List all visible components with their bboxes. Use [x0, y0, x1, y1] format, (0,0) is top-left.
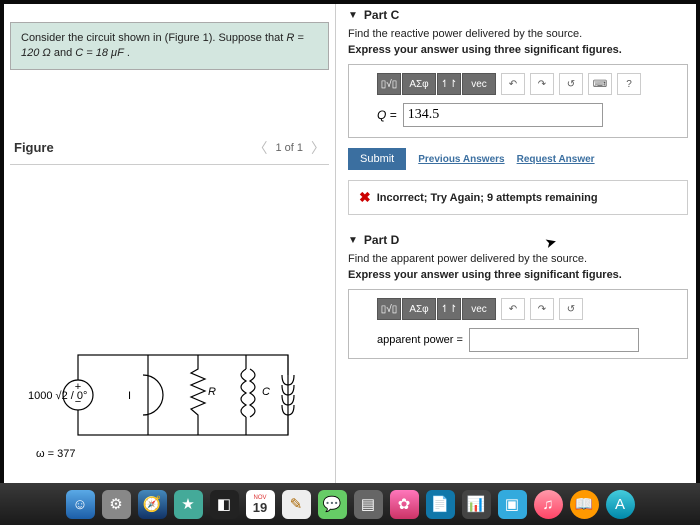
part-c-prompt: Find the reactive power delivered by the…	[348, 28, 688, 40]
vector-button[interactable]: vec	[462, 298, 496, 320]
caret-down-icon[interactable]: ▼	[348, 10, 358, 21]
figure-nav: 〈 1 of 1 〉	[253, 138, 325, 158]
help-button[interactable]: ?	[617, 73, 641, 95]
i-label: I	[128, 390, 131, 402]
template-button[interactable]: ▯√▯	[377, 298, 401, 320]
redo-button[interactable]: ↷	[530, 73, 554, 95]
app-icon[interactable]: ▣	[498, 490, 527, 519]
request-answer-link[interactable]: Request Answer	[517, 154, 595, 165]
reset-button[interactable]: ↺	[559, 298, 583, 320]
finder-icon[interactable]: ☺	[66, 490, 95, 519]
itunes-icon[interactable]: ♫	[534, 490, 563, 519]
variable-q: Q =	[377, 108, 397, 122]
notes-icon[interactable]: ✎	[282, 490, 311, 519]
omega-label: ω = 377	[36, 448, 75, 460]
symbols-button[interactable]: ΑΣφ	[402, 298, 436, 320]
left-panel: Consider the circuit shown in (Figure 1)…	[4, 4, 336, 483]
part-c-title: Part C	[364, 8, 399, 22]
chevron-right-icon[interactable]: 〉	[311, 138, 325, 158]
app-icon[interactable]: ◧	[210, 490, 239, 519]
redo-button[interactable]: ↷	[530, 298, 554, 320]
divider	[10, 164, 329, 165]
macos-dock: ☺ ⚙ 🧭 ★ ◧ NOV 19 ✎ 💬 ▤ ✿ 📄 📊 ▣ ♫ 📖 A	[0, 483, 700, 525]
undo-button[interactable]: ↶	[501, 73, 525, 95]
figure-counter: 1 of 1	[275, 142, 303, 154]
intro-text: Consider the circuit shown in (Figure 1)…	[21, 32, 286, 44]
feedback-box: ✖ Incorrect; Try Again; 9 attempts remai…	[348, 180, 688, 215]
end-text: .	[127, 47, 130, 59]
and-text: and	[54, 47, 75, 59]
part-d-input[interactable]	[469, 328, 639, 352]
given-c: C = 18 μF	[75, 47, 124, 59]
template-button[interactable]: ▯√▯	[377, 73, 401, 95]
formula-toolbar: ▯√▯ ΑΣφ ↿↾ vec ↶ ↷ ↺	[377, 298, 679, 320]
previous-answers-link[interactable]: Previous Answers	[418, 154, 504, 165]
right-panel: ▼ Part C Find the reactive power deliver…	[336, 4, 696, 483]
photos-icon[interactable]: ✿	[390, 490, 419, 519]
part-c-format: Express your answer using three signific…	[348, 44, 688, 56]
app-icon[interactable]: ★	[174, 490, 203, 519]
source-label: 1000 √2 / 0°	[28, 390, 87, 402]
incorrect-icon: ✖	[359, 189, 371, 206]
ibooks-icon[interactable]: 📖	[570, 490, 599, 519]
part-d-answer-box: ▯√▯ ΑΣφ ↿↾ vec ↶ ↷ ↺ apparent power =	[348, 289, 688, 359]
c-label: C	[262, 386, 270, 398]
part-c-input[interactable]	[403, 103, 603, 127]
reset-button[interactable]: ↺	[559, 73, 583, 95]
subscript-button[interactable]: ↿↾	[437, 73, 461, 95]
symbols-button[interactable]: ΑΣφ	[402, 73, 436, 95]
part-d-format: Express your answer using three signific…	[348, 269, 688, 281]
figure-title: Figure	[14, 140, 54, 155]
app-icon[interactable]: 📄	[426, 490, 455, 519]
chevron-left-icon[interactable]: 〈	[253, 138, 267, 158]
formula-toolbar: ▯√▯ ΑΣφ ↿↾ vec ↶ ↷ ↺ ⌨ ?	[377, 73, 679, 95]
undo-button[interactable]: ↶	[501, 298, 525, 320]
calendar-icon[interactable]: NOV 19	[246, 490, 275, 519]
part-d-prompt: Find the apparent power delivered by the…	[348, 253, 688, 265]
part-d-title: Part D	[364, 233, 399, 247]
r-label: R	[208, 386, 216, 398]
feedback-text: Incorrect; Try Again; 9 attempts remaini…	[377, 192, 598, 204]
safari-icon[interactable]: 🧭	[138, 490, 167, 519]
problem-statement: Consider the circuit shown in (Figure 1)…	[10, 22, 329, 70]
chart-icon[interactable]: 📊	[462, 490, 491, 519]
app-icon[interactable]: ▤	[354, 490, 383, 519]
circuit-diagram: + − 1000 √2 / 0° ω = 377 I R C	[28, 327, 318, 477]
part-c-answer-box: ▯√▯ ΑΣφ ↿↾ vec ↶ ↷ ↺ ⌨ ? Q =	[348, 64, 688, 138]
subscript-button[interactable]: ↿↾	[437, 298, 461, 320]
app-icon[interactable]: ⚙	[102, 490, 131, 519]
appstore-icon[interactable]: A	[606, 490, 635, 519]
messages-icon[interactable]: 💬	[318, 490, 347, 519]
keyboard-button[interactable]: ⌨	[588, 73, 612, 95]
variable-apparent: apparent power =	[377, 334, 463, 346]
submit-button[interactable]: Submit	[348, 148, 406, 170]
caret-down-icon[interactable]: ▼	[348, 235, 358, 246]
vector-button[interactable]: vec	[462, 73, 496, 95]
